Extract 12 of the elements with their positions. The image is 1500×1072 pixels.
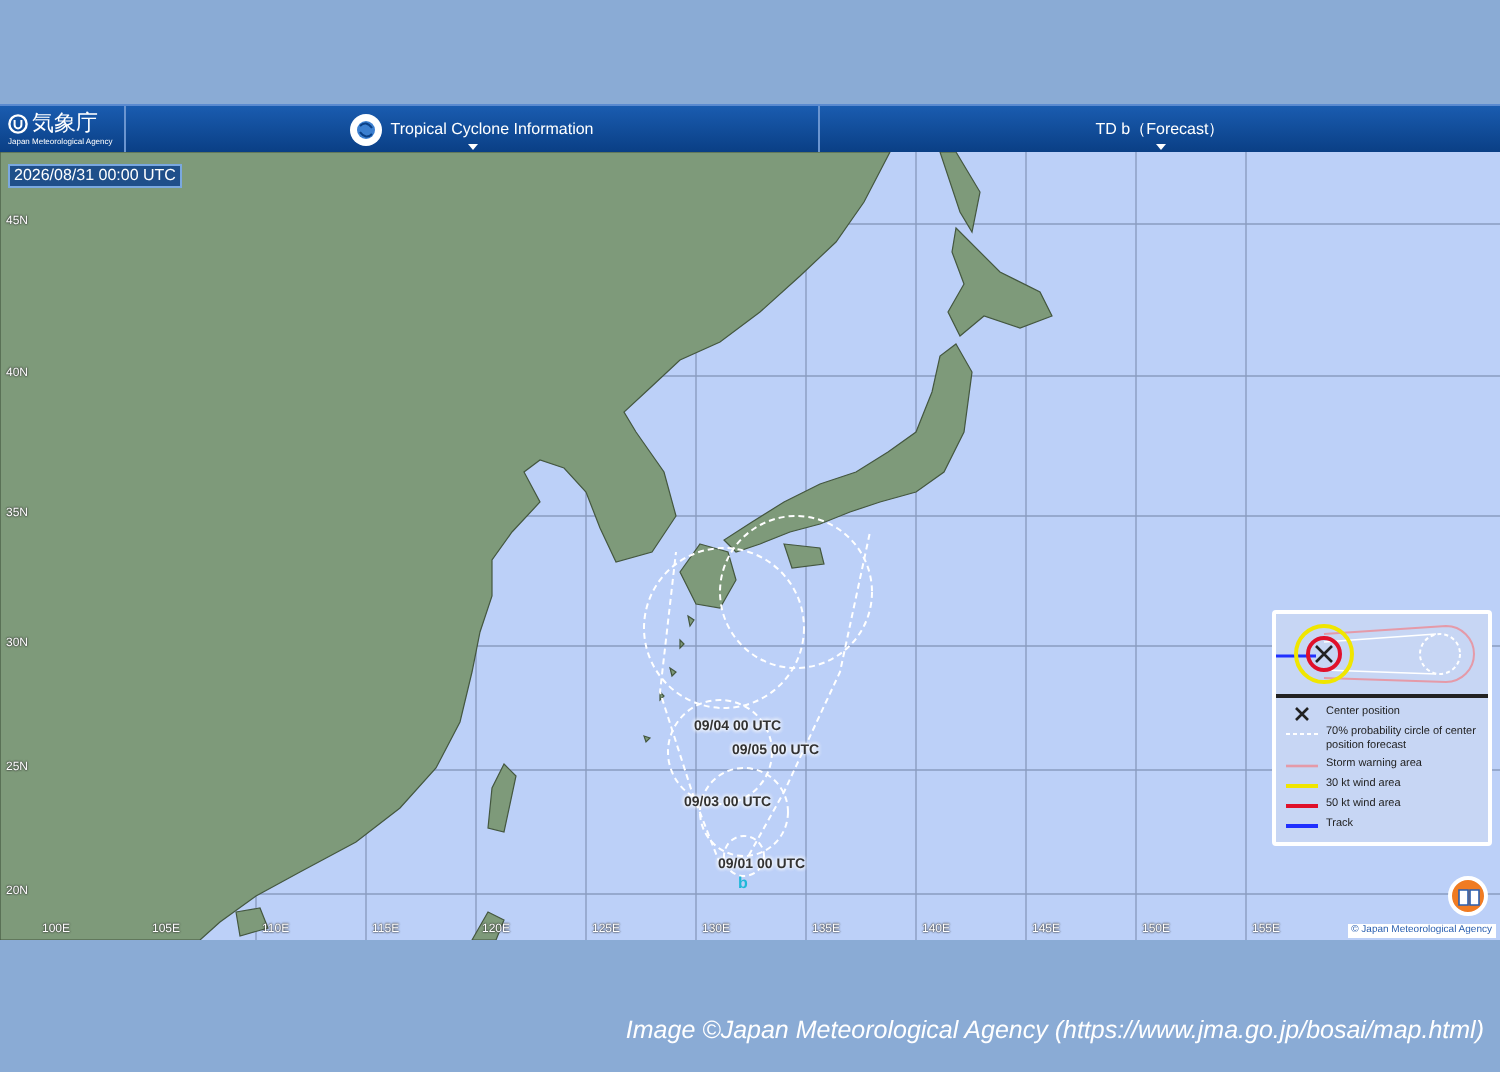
legend-symbol-icon [1284,798,1320,814]
timestamp-label: 2026/08/31 00:00 UTC [8,164,182,188]
legend-symbol-icon [1284,818,1320,834]
storm-marker: b [738,876,748,892]
book-icon [1457,887,1479,905]
logo-icon [8,114,28,134]
logo-title: 気象庁 [32,113,98,135]
legend-symbol-icon [1284,778,1320,794]
cyclone-icon [350,113,383,145]
image-credit: Image ©Japan Meteorological Agency (https://www.jma.go.jp/bosai/map.html) [625,1016,1484,1044]
forecast-selector[interactable]: TD b（Forecast） [1095,118,1225,140]
menu-title[interactable]: Tropical Cyclone Information [390,120,594,138]
